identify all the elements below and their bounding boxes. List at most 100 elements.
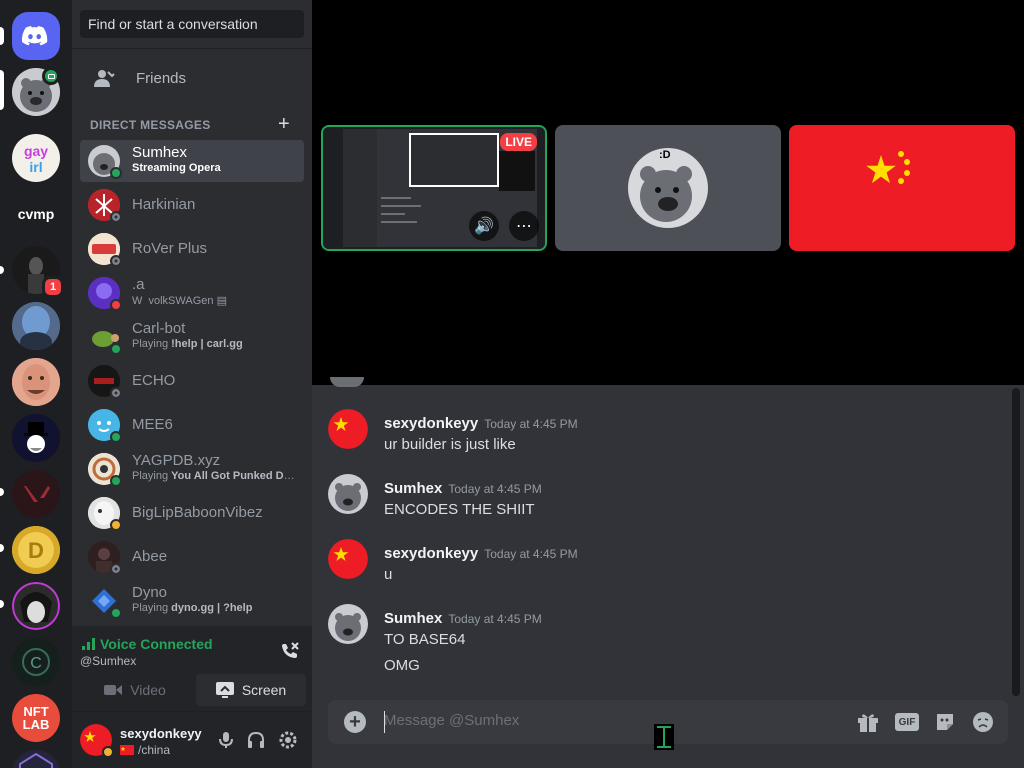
dm-name: Harkinian bbox=[132, 196, 196, 213]
message-avatar[interactable] bbox=[328, 604, 368, 644]
author-name[interactable]: Sumhex bbox=[384, 610, 442, 627]
voice-connected-panel: Voice Connected @Sumhex Video Screen bbox=[72, 626, 312, 712]
microphone-icon[interactable] bbox=[216, 730, 236, 750]
user-panel: sexydonkeyy /china bbox=[72, 712, 312, 768]
nav-friends[interactable]: Friends bbox=[80, 58, 304, 98]
text-cursor-icon bbox=[654, 724, 674, 750]
dm-name: Sumhex bbox=[132, 144, 188, 161]
gif-icon[interactable]: GIF bbox=[895, 713, 919, 731]
screen-share-icon bbox=[215, 682, 234, 698]
stream-volume-icon[interactable]: 🔊 bbox=[469, 211, 499, 241]
video-button[interactable]: Video bbox=[80, 674, 190, 706]
find-conversation-search[interactable]: Find or start a conversation bbox=[80, 10, 304, 38]
screen-share-button[interactable]: Screen bbox=[196, 674, 306, 706]
dm-item-biglipbaboonvibez[interactable]: BigLipBaboonVibez bbox=[80, 492, 304, 534]
message-author[interactable]: Sumhex Today at 4:45 PM bbox=[384, 480, 542, 497]
server-icon-megamind[interactable] bbox=[12, 302, 60, 350]
china-flag-avatar-icon bbox=[328, 539, 368, 579]
dm-item-sumhex[interactable]: Sumhex Streaming Opera bbox=[80, 140, 304, 182]
discord-logo-icon bbox=[22, 26, 48, 46]
chat-scrollbar-thumb[interactable] bbox=[1012, 388, 1020, 696]
server-icon-d-coin[interactable]: D bbox=[12, 526, 60, 574]
message-text: ur builder is just like bbox=[384, 436, 516, 453]
sticker-icon[interactable] bbox=[933, 710, 957, 734]
headphones-icon[interactable] bbox=[246, 730, 266, 750]
author-name[interactable]: Sumhex bbox=[384, 480, 442, 497]
attach-plus-icon[interactable]: + bbox=[344, 711, 366, 733]
sad-face-svg bbox=[973, 712, 993, 732]
server-icon-valorant[interactable] bbox=[12, 470, 60, 518]
status-online-indicator bbox=[110, 431, 122, 443]
dm-item-rover-plus[interactable]: RoVer Plus bbox=[80, 228, 304, 270]
gift-icon[interactable] bbox=[856, 710, 880, 734]
status-offline-indicator bbox=[110, 387, 122, 399]
nav-friends-label: Friends bbox=[136, 69, 187, 87]
dm-item-mee6[interactable]: MEE6 bbox=[80, 404, 304, 446]
message-avatar[interactable] bbox=[328, 409, 368, 449]
status-online-indicator bbox=[110, 475, 122, 487]
author-name[interactable]: sexydonkeyy bbox=[384, 545, 478, 562]
dm-item-carl-bot[interactable]: Carl-bot Playing !help | carl.gg bbox=[80, 316, 304, 358]
author-name[interactable]: sexydonkeyy bbox=[384, 415, 478, 432]
server-icon-hex[interactable] bbox=[12, 750, 60, 768]
server-icon-gay-irl[interactable]: gay irl bbox=[12, 134, 60, 182]
c-logo-icon: C bbox=[12, 638, 60, 686]
participant-tile-sexydonkeyy[interactable] bbox=[789, 125, 1015, 251]
china-flag-icon bbox=[120, 745, 134, 755]
dm-item-echo[interactable]: ECHO bbox=[80, 360, 304, 402]
dm-activity-detail: dyno.gg | ?help bbox=[171, 602, 253, 614]
gift-svg bbox=[858, 714, 878, 732]
dm-name: Abee bbox=[132, 548, 168, 565]
stream-more-options-icon[interactable]: ⋯ bbox=[509, 211, 539, 241]
message-text: ENCODES THE SHIIT bbox=[384, 501, 535, 518]
participant-tile-sumhex[interactable]: :D bbox=[555, 125, 781, 251]
dm-activity: Playing dyno.gg | ?help bbox=[132, 602, 252, 614]
current-username: sexydonkeyy bbox=[120, 726, 202, 741]
message-input[interactable]: Message @Sumhex bbox=[384, 712, 519, 729]
message-author[interactable]: sexydonkeyy Today at 4:45 PM bbox=[384, 545, 578, 562]
nft-lab-line2: LAB bbox=[22, 717, 50, 732]
dm-item-dot-a[interactable]: .a W volkSWAGen ▤ bbox=[80, 272, 304, 314]
video-button-label: Video bbox=[130, 682, 166, 698]
dm-item-dyno[interactable]: Dyno Playing dyno.gg | ?help bbox=[80, 580, 304, 622]
message-author[interactable]: Sumhex Today at 4:45 PM bbox=[384, 610, 542, 627]
message-avatar[interactable] bbox=[328, 539, 368, 579]
dm-activity-prefix: Playing bbox=[132, 602, 172, 614]
dm-item-abee[interactable]: Abee bbox=[80, 536, 304, 578]
message-timestamp: Today at 4:45 PM bbox=[484, 417, 578, 431]
dm-name: ECHO bbox=[132, 372, 176, 389]
svg-text:C: C bbox=[30, 655, 42, 672]
dm-activity: Playing You All Got Punked Du... bbox=[132, 470, 298, 482]
server-icon-monopoly[interactable] bbox=[12, 414, 60, 462]
settings-gear-icon[interactable] bbox=[278, 730, 298, 750]
server-icon-cvmp[interactable]: cvmp bbox=[12, 190, 60, 238]
message-timestamp: Today at 4:45 PM bbox=[484, 547, 578, 561]
message-avatar[interactable] bbox=[328, 474, 368, 514]
dm-name: Carl-bot bbox=[132, 320, 186, 337]
dm-item-harkinian[interactable]: Harkinian bbox=[80, 184, 304, 226]
blue-head-icon bbox=[12, 302, 60, 350]
sidebar-divider bbox=[72, 48, 312, 49]
message-text: TO BASE64 bbox=[384, 631, 466, 648]
server-icon-anime[interactable] bbox=[12, 582, 60, 630]
dm-activity: Playing !help | carl.gg bbox=[132, 338, 243, 350]
dm-item-yagpdb[interactable]: YAGPDB.xyz Playing You All Got Punked Du… bbox=[80, 448, 304, 490]
message-author[interactable]: sexydonkeyy Today at 4:45 PM bbox=[384, 415, 578, 432]
message-text: u bbox=[384, 566, 393, 583]
emoji-icon[interactable] bbox=[971, 710, 995, 734]
server-icon-nft-lab[interactable]: NFT LAB bbox=[12, 694, 60, 742]
server-icon-face[interactable] bbox=[12, 358, 60, 406]
mention-badge: 1 bbox=[42, 276, 64, 298]
disconnect-call-icon[interactable] bbox=[278, 640, 300, 662]
server-icon-c-circle[interactable]: C bbox=[12, 638, 60, 686]
server-pill-unread bbox=[0, 488, 4, 496]
top-hat-man-icon bbox=[12, 414, 60, 462]
stream-tile[interactable]: LIVE 🔊 ⋯ bbox=[321, 125, 547, 251]
screen-button-label: Screen bbox=[241, 682, 287, 698]
dm-activity-prefix: Playing bbox=[132, 470, 172, 482]
create-dm-plus-icon[interactable]: + bbox=[278, 113, 290, 136]
discord-home-button[interactable] bbox=[12, 12, 60, 60]
signal-strength-icon[interactable] bbox=[82, 638, 96, 650]
valorant-logo-icon bbox=[12, 470, 60, 518]
face-photo-icon bbox=[12, 358, 60, 406]
